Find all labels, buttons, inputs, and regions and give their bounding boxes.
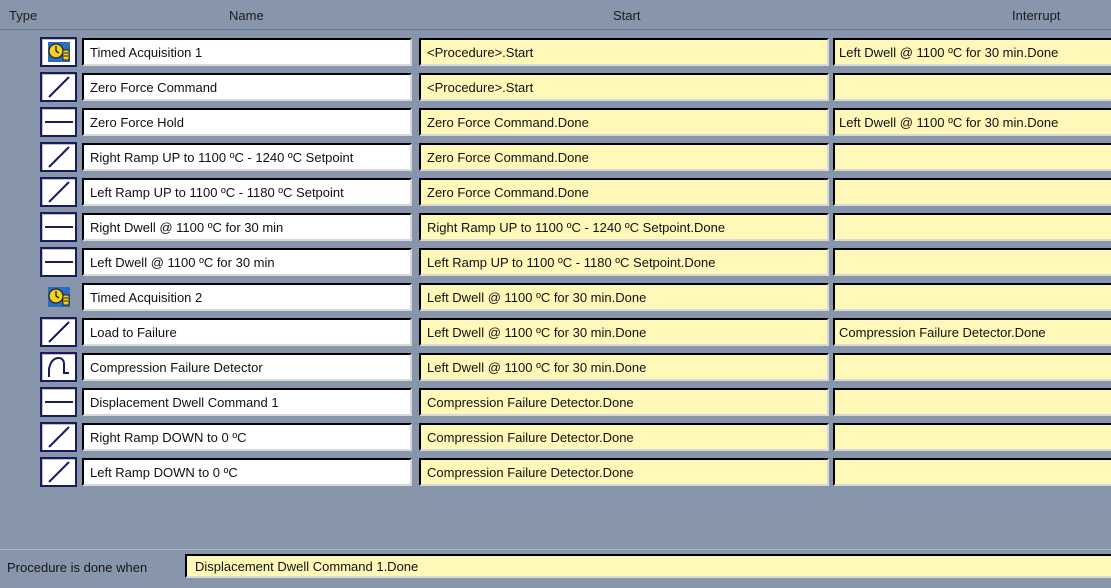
ramp-icon [46,320,72,344]
procedure-done-bar: Procedure is done when Displacement Dwel… [0,549,1111,588]
step-name-field[interactable]: Left Dwell @ 1100 ºC for 30 min [82,248,412,276]
table-row[interactable]: Zero Force Command <Procedure>.Start [0,70,1111,104]
step-interrupt-field[interactable] [833,388,1111,416]
table-row[interactable]: Zero Force Hold Zero Force Command.Done Le… [0,105,1111,139]
step-name-field[interactable]: Load to Failure [82,318,412,346]
step-interrupt-field[interactable]: Compression Failure Detector.Done [833,318,1111,346]
procedure-done-field[interactable]: Displacement Dwell Command 1.Done [185,554,1111,578]
step-name-field[interactable]: Left Ramp UP to 1100 ºC - 1180 ºC Setpoi… [82,178,412,206]
table-row[interactable]: Load to Failure Left Dwell @ 1100 ºC for … [0,315,1111,349]
step-start-field[interactable]: Left Dwell @ 1100 ºC for 30 min.Done [419,283,829,311]
step-type-cell[interactable] [40,422,77,452]
step-type-cell[interactable] [40,142,77,172]
step-start-field[interactable]: Zero Force Command.Done [419,178,829,206]
step-name-field[interactable]: Zero Force Command [82,73,412,101]
step-name-field[interactable]: Left Ramp DOWN to 0 ºC [82,458,412,486]
step-start-field[interactable]: Compression Failure Detector.Done [419,388,829,416]
step-type-cell[interactable] [40,177,77,207]
ramp-icon [46,180,72,204]
step-name-field[interactable]: Displacement Dwell Command 1 [82,388,412,416]
step-type-cell[interactable] [40,107,77,137]
dwell-icon [44,250,74,274]
table-row[interactable]: Timed Acquisition 1 <Procedure>.Start Left… [0,35,1111,69]
step-start-field[interactable]: Left Dwell @ 1100 ºC for 30 min.Done [419,318,829,346]
step-name-field[interactable]: Right Dwell @ 1100 ºC for 30 min [82,213,412,241]
step-start-field[interactable]: Left Dwell @ 1100 ºC for 30 min.Done [419,353,829,381]
step-interrupt-field[interactable] [833,73,1111,101]
step-name-field[interactable]: Right Ramp UP to 1100 ºC - 1240 ºC Setpo… [82,143,412,171]
failure-detector-icon [46,355,72,379]
step-name-field[interactable]: Timed Acquisition 2 [82,283,412,311]
step-interrupt-field[interactable] [833,353,1111,381]
step-type-cell[interactable] [40,317,77,347]
step-type-cell[interactable] [40,457,77,487]
table-row[interactable]: Left Ramp DOWN to 0 ºC Compression Failur… [0,455,1111,489]
procedure-steps-grid: Timed Acquisition 1 <Procedure>.Start Left… [0,35,1111,503]
procedure-done-label: Procedure is done when [7,560,148,575]
step-interrupt-field[interactable]: Left Dwell @ 1100 ºC for 30 min.Done [833,38,1111,66]
step-interrupt-field[interactable] [833,143,1111,171]
step-type-cell[interactable] [40,352,77,382]
column-header-interrupt[interactable]: Interrupt [1012,8,1060,23]
column-header-bar: Type Name Start Interrupt [0,0,1111,30]
column-header-start[interactable]: Start [613,8,640,23]
step-start-field[interactable]: Compression Failure Detector.Done [419,458,829,486]
table-row[interactable]: Timed Acquisition 2 Left Dwell @ 1100 ºC … [0,280,1111,314]
step-start-field[interactable]: Zero Force Command.Done [419,108,829,136]
step-interrupt-field[interactable] [833,283,1111,311]
table-row[interactable]: Left Dwell @ 1100 ºC for 30 min Left Ramp… [0,245,1111,279]
step-name-field[interactable]: Timed Acquisition 1 [82,38,412,66]
dwell-icon [44,110,74,134]
ramp-icon [46,145,72,169]
step-name-field[interactable]: Right Ramp DOWN to 0 ºC [82,423,412,451]
step-type-cell[interactable] [40,212,77,242]
ramp-icon [46,425,72,449]
dwell-icon [44,215,74,239]
step-interrupt-field[interactable] [833,248,1111,276]
ramp-icon [46,75,72,99]
table-row[interactable]: Right Ramp DOWN to 0 ºC Compression Failu… [0,420,1111,454]
step-interrupt-field[interactable] [833,423,1111,451]
step-type-cell[interactable] [40,282,77,312]
step-interrupt-field[interactable] [833,178,1111,206]
timed-acquisition-icon [47,286,71,308]
step-interrupt-field[interactable] [833,213,1111,241]
step-start-field[interactable]: <Procedure>.Start [419,73,829,101]
step-type-cell[interactable] [40,387,77,417]
step-interrupt-field[interactable] [833,458,1111,486]
step-start-field[interactable]: Right Ramp UP to 1100 ºC - 1240 ºC Setpo… [419,213,829,241]
step-name-field[interactable]: Zero Force Hold [82,108,412,136]
ramp-icon [46,460,72,484]
step-type-cell[interactable] [40,37,77,67]
step-start-field[interactable]: <Procedure>.Start [419,38,829,66]
table-row[interactable]: Compression Failure Detector Left Dwell @… [0,350,1111,384]
step-start-field[interactable]: Zero Force Command.Done [419,143,829,171]
table-row[interactable]: Right Dwell @ 1100 ºC for 30 min Right Ra… [0,210,1111,244]
table-row[interactable]: Right Ramp UP to 1100 ºC - 1240 ºC Setpo… [0,140,1111,174]
step-type-cell[interactable] [40,72,77,102]
step-interrupt-field[interactable]: Left Dwell @ 1100 ºC for 30 min.Done [833,108,1111,136]
timed-acquisition-icon [47,41,71,63]
column-header-name[interactable]: Name [229,8,264,23]
step-type-cell[interactable] [40,247,77,277]
step-start-field[interactable]: Compression Failure Detector.Done [419,423,829,451]
step-name-field[interactable]: Compression Failure Detector [82,353,412,381]
step-start-field[interactable]: Left Ramp UP to 1100 ºC - 1180 ºC Setpoi… [419,248,829,276]
column-header-type[interactable]: Type [9,8,37,23]
table-row[interactable]: Displacement Dwell Command 1 Compression … [0,385,1111,419]
dwell-icon [44,390,74,414]
table-row[interactable]: Left Ramp UP to 1100 ºC - 1180 ºC Setpoi… [0,175,1111,209]
